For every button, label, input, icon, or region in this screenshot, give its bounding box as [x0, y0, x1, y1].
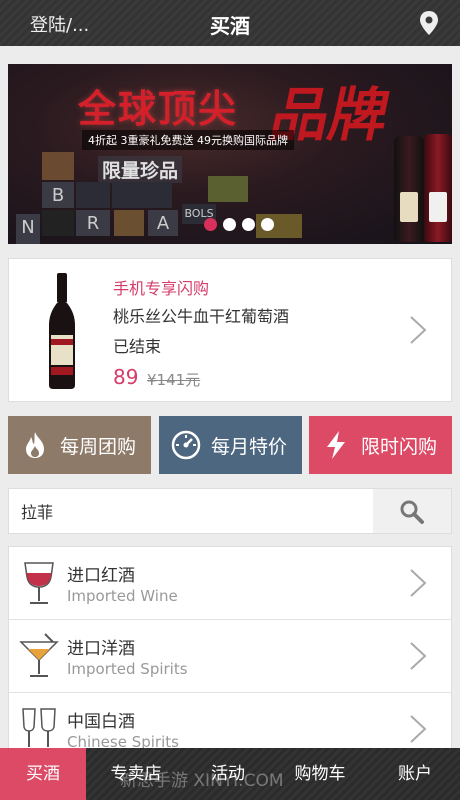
- tab-events[interactable]: 活动: [186, 748, 270, 800]
- sale-status: 已结束: [113, 337, 162, 356]
- location-pin-icon[interactable]: [418, 10, 440, 36]
- page-title: 买酒: [210, 14, 250, 38]
- chevron-right-icon[interactable]: [409, 315, 427, 345]
- search-input[interactable]: [9, 489, 373, 533]
- tab-cart[interactable]: 购物车: [270, 748, 370, 800]
- wine-bottle-image: [394, 136, 424, 242]
- category-name: 进口洋酒: [67, 639, 135, 659]
- banner-tile-image: [114, 210, 144, 236]
- lightning-icon: [327, 431, 345, 459]
- wine-bottle-icon: [49, 273, 75, 389]
- banner-tile-letter: A: [148, 210, 178, 236]
- banner-tile-letter: R: [76, 210, 110, 236]
- chevron-right-icon: [410, 642, 427, 670]
- flash-sale-card[interactable]: 手机专享闪购 桃乐丝公牛血干红葡萄酒 已结束 89 ¥141元: [8, 258, 452, 402]
- bottle-label: [400, 192, 418, 222]
- product-name: 桃乐丝公牛血干红葡萄酒: [113, 307, 290, 326]
- tab-account[interactable]: 账户: [370, 748, 460, 800]
- banner-tile-logo: [42, 210, 74, 236]
- original-price: ¥141元: [147, 371, 201, 389]
- category-english-name: Imported Spirits: [67, 660, 188, 678]
- speedometer-icon: [171, 430, 201, 460]
- flash-sale-tag: 手机专享闪购: [113, 279, 210, 298]
- banner-tile-logo: [112, 182, 172, 208]
- carousel-dot[interactable]: [223, 218, 236, 231]
- carousel-dot[interactable]: [261, 218, 274, 231]
- red-wine-glass-icon: [24, 562, 54, 604]
- wine-bottle-image: [424, 134, 452, 242]
- banner-tile-logo: [76, 182, 110, 208]
- fire-icon: [26, 432, 44, 458]
- wine-category-list: 进口红酒 Imported Wine 进口洋酒 Imported Spirits: [8, 546, 452, 767]
- carousel-dot[interactable]: [242, 218, 255, 231]
- banner-subtitle: 4折起 3重豪礼免费送 49元换购国际品牌: [82, 130, 294, 150]
- baijiu-glass-icon: [22, 708, 56, 750]
- banner-title: 全球顶尖: [78, 87, 239, 131]
- monthly-special-label: 每月特价: [211, 435, 288, 458]
- search-icon: [400, 500, 424, 524]
- banner-tile-letter: B: [42, 182, 74, 208]
- banner-tile-image: [208, 176, 248, 202]
- search-bar: [8, 488, 452, 534]
- banner-tile-letter: N: [16, 214, 40, 244]
- banner-tile-image: [42, 152, 74, 180]
- bottom-tab-bar: 买酒 专卖店 活动 购物车 账户: [0, 748, 460, 800]
- list-item-imported-wine[interactable]: 进口红酒 Imported Wine: [9, 547, 451, 620]
- chevron-right-icon: [410, 569, 427, 597]
- carousel-dot[interactable]: [204, 218, 217, 231]
- flash-buy-label: 限时闪购: [361, 435, 438, 458]
- flash-buy-button[interactable]: 限时闪购: [309, 416, 452, 474]
- weekly-group-buy-button[interactable]: 每周团购: [8, 416, 151, 474]
- tab-buy-wine[interactable]: 买酒: [0, 748, 86, 800]
- cocktail-glass-icon: [19, 633, 59, 677]
- weekly-group-buy-label: 每周团购: [60, 435, 137, 458]
- monthly-special-button[interactable]: 每月特价: [159, 416, 302, 474]
- list-item-imported-spirits[interactable]: 进口洋酒 Imported Spirits: [9, 620, 451, 693]
- sale-price: 89: [113, 365, 139, 389]
- tab-stores[interactable]: 专卖店: [86, 748, 186, 800]
- promo-banner[interactable]: 全球顶尖 品牌 4折起 3重豪礼免费送 49元换购国际品牌 限量珍品 B R A…: [8, 64, 452, 244]
- category-name: 进口红酒: [67, 566, 135, 586]
- bottle-label: [429, 192, 447, 222]
- category-name: 中国白酒: [67, 712, 135, 732]
- carousel-dots: [204, 218, 274, 231]
- chevron-right-icon: [410, 715, 427, 743]
- banner-limited-label: 限量珍品: [98, 156, 183, 183]
- search-button[interactable]: [373, 489, 451, 533]
- top-bar: 登陆/... 买酒: [0, 0, 460, 46]
- category-english-name: Imported Wine: [67, 587, 178, 605]
